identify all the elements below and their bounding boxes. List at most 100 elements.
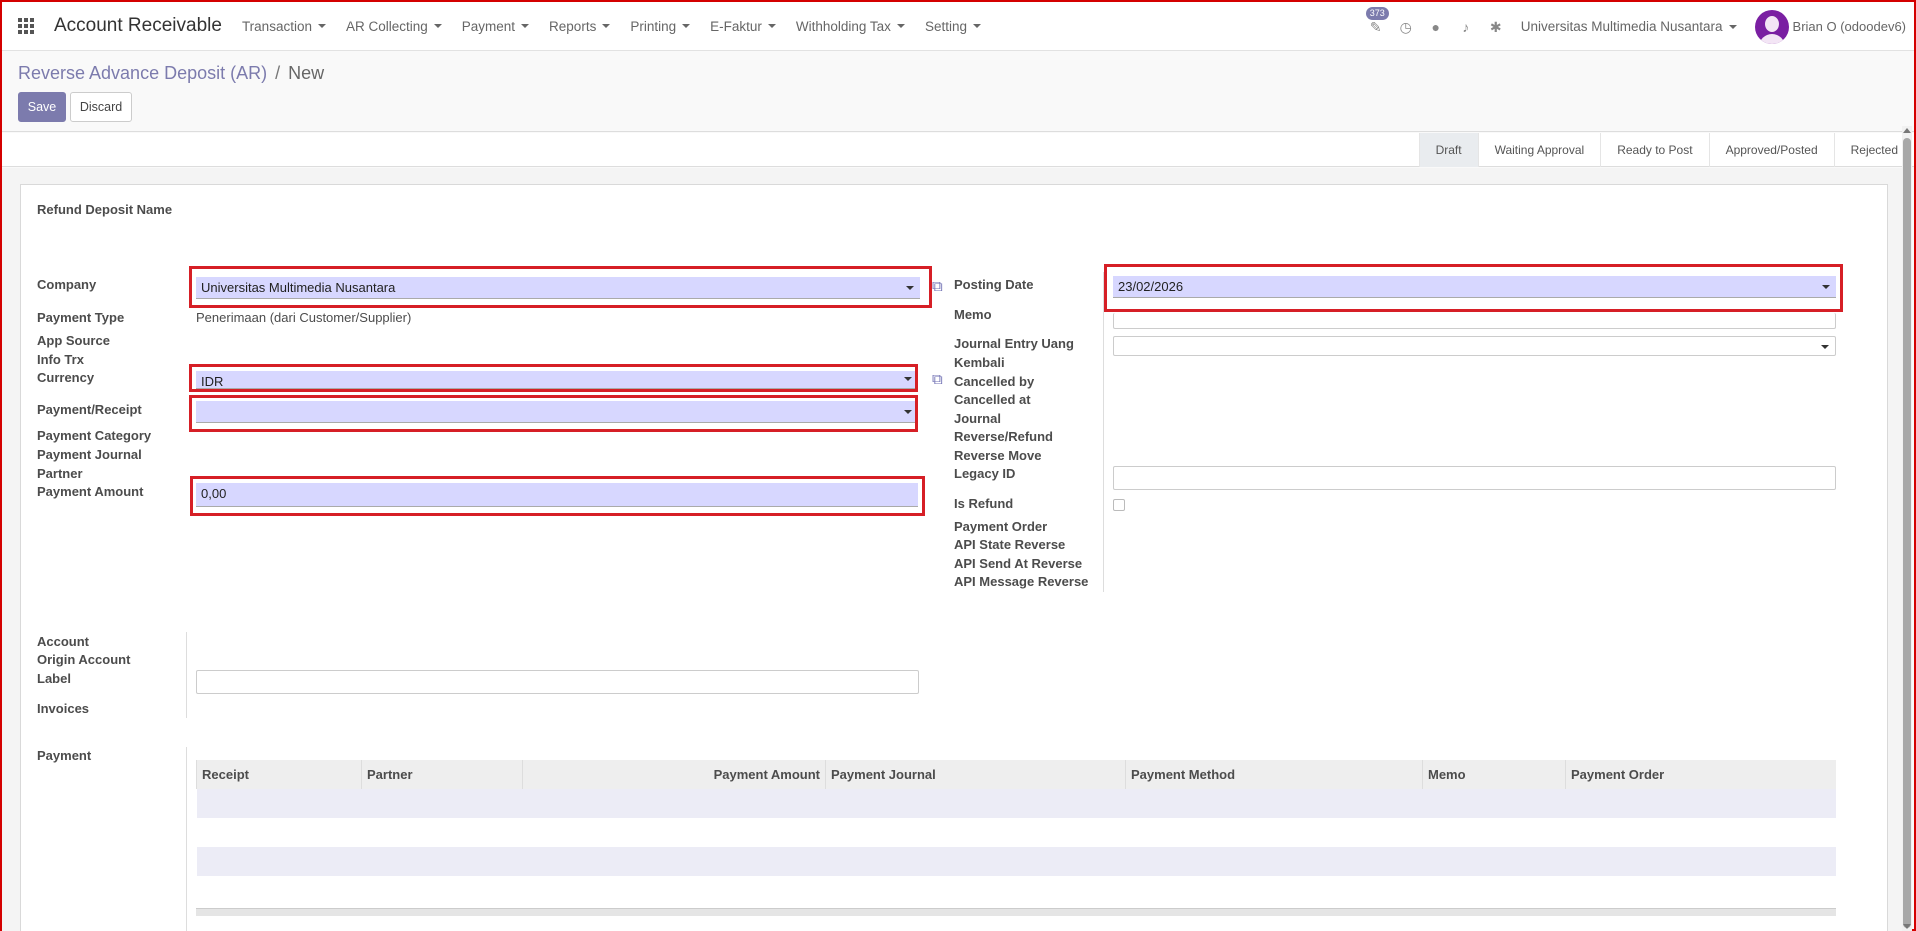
external-link-icon[interactable]: ⧉ (932, 279, 948, 295)
stage-approved-posted[interactable]: Approved/Posted (1708, 133, 1834, 167)
breadcrumb-current: New (288, 63, 325, 83)
journal-entry-label-1: Journal Entry Uang (954, 336, 1074, 351)
avatar[interactable] (1754, 9, 1789, 44)
highlight-currency (189, 364, 918, 392)
table-row (196, 789, 1836, 818)
label-input[interactable] (196, 670, 919, 694)
api-message-reverse-label: API Message Reverse (954, 574, 1089, 589)
clock-icon[interactable]: ◷ (1398, 19, 1414, 35)
caret-down-icon (767, 24, 776, 28)
caret-down-icon (521, 24, 530, 28)
is-refund-checkbox[interactable] (1113, 499, 1125, 511)
dropdown-arrow-icon (1821, 345, 1829, 349)
payment-category-label: Payment Category (37, 428, 152, 443)
breadcrumb-separator: / (275, 63, 281, 83)
legacy-id-label: Legacy ID (954, 466, 1016, 481)
breadcrumb: Reverse Advance Deposit (AR) / New (18, 63, 324, 84)
api-send-at-reverse-label: API Send At Reverse (954, 556, 1083, 571)
stage-waiting-approval[interactable]: Waiting Approval (1477, 133, 1601, 167)
col-memo[interactable]: Memo (1422, 760, 1566, 789)
posting-date-label: Posting Date (954, 277, 1034, 292)
statusbar: Draft Waiting Approval Ready to Post App… (2, 133, 1914, 167)
col-payment-order[interactable]: Payment Order (1565, 760, 1836, 789)
menu-setting[interactable]: Setting (925, 19, 981, 34)
partner-label: Partner (37, 466, 83, 481)
account-group-divider (186, 632, 187, 718)
memo-input[interactable] (1113, 313, 1836, 329)
top-navbar: Account Receivable Transaction AR Collec… (2, 2, 1914, 51)
scroll-down-icon[interactable] (1903, 924, 1911, 929)
menu-payment[interactable]: Payment (462, 19, 530, 34)
payment-receipt-label: Payment/Receipt (37, 402, 142, 417)
bug-icon[interactable]: ✱ (1488, 19, 1504, 35)
journal-entry-uang-kembali-select[interactable] (1113, 336, 1836, 356)
is-refund-label: Is Refund (954, 496, 1014, 511)
menu-printing[interactable]: Printing (630, 19, 691, 34)
app-source-label: App Source (37, 333, 110, 348)
right-group-divider (1103, 272, 1104, 592)
payment-section-label: Payment (37, 748, 92, 763)
table-row (196, 847, 1836, 876)
menu-reports[interactable]: Reports (549, 19, 611, 34)
scrollbar[interactable] (1902, 126, 1912, 931)
activity-edit-icon[interactable]: ✎ 373 (1365, 6, 1389, 35)
stage-ready-to-post[interactable]: Ready to Post (1600, 133, 1708, 167)
journal-reverse-refund-label-1: Journal (954, 411, 1001, 426)
user-menu[interactable]: Brian O (odoodev6) (1793, 19, 1906, 34)
chat-icon[interactable]: ● (1428, 19, 1444, 35)
caret-down-icon (896, 24, 905, 28)
breadcrumb-parent[interactable]: Reverse Advance Deposit (AR) (18, 63, 267, 84)
col-payment-amount[interactable]: Payment Amount (522, 760, 826, 789)
control-panel: Reverse Advance Deposit (AR) / New Save … (2, 52, 1914, 132)
app-title[interactable]: Account Receivable (54, 15, 222, 37)
menu-transaction[interactable]: Transaction (242, 19, 326, 34)
caret-down-icon (433, 24, 442, 28)
col-receipt[interactable]: Receipt (196, 760, 362, 789)
cancelled-by-label: Cancelled by (954, 374, 1035, 389)
reverse-move-label: Reverse Move (954, 448, 1042, 463)
payment-table: Receipt Partner Payment Amount Payment J… (196, 760, 1836, 905)
stage-pipeline: Draft Waiting Approval Ready to Post App… (1418, 133, 1914, 167)
memo-label: Memo (954, 307, 992, 322)
payment-type-value: Penerimaan (dari Customer/Supplier) (196, 310, 412, 325)
info-trx-label: Info Trx (37, 352, 84, 367)
bell-icon[interactable]: ♪ (1458, 19, 1474, 35)
company-label: Company (37, 277, 97, 292)
col-payment-journal[interactable]: Payment Journal (825, 760, 1126, 789)
company-switcher[interactable]: Universitas Multimedia Nusantara (1521, 19, 1737, 34)
currency-label: Currency (37, 370, 95, 385)
menu-e-faktur[interactable]: E-Faktur (710, 19, 776, 34)
cancelled-at-label: Cancelled at (954, 392, 1031, 407)
apps-grid-icon[interactable] (18, 17, 36, 35)
caret-down-icon (602, 24, 611, 28)
highlight-payment-amount (190, 476, 925, 516)
main-menu: Transaction AR Collecting Payment Report… (232, 19, 991, 34)
table-row (196, 818, 1836, 847)
caret-down-icon (972, 24, 981, 28)
table-row (196, 876, 1836, 905)
menu-ar-collecting[interactable]: AR Collecting (346, 19, 442, 34)
col-partner[interactable]: Partner (361, 760, 523, 789)
scroll-thumb[interactable] (1903, 138, 1911, 928)
account-label: Account (37, 634, 89, 649)
payment-order-label: Payment Order (954, 519, 1048, 534)
legacy-id-input[interactable] (1113, 466, 1836, 490)
save-button[interactable]: Save (18, 92, 66, 122)
caret-down-icon (682, 24, 691, 28)
scroll-up-icon[interactable] (1903, 128, 1911, 133)
stage-draft[interactable]: Draft (1418, 133, 1478, 167)
highlight-posting-date (1104, 264, 1843, 312)
menu-withholding-tax[interactable]: Withholding Tax (796, 19, 905, 34)
api-state-reverse-label: API State Reverse (954, 537, 1066, 552)
table-footer (196, 908, 1836, 916)
payment-group-divider (186, 747, 187, 931)
refund-deposit-name-label: Refund Deposit Name (37, 202, 173, 217)
payment-amount-label: Payment Amount (37, 484, 144, 499)
col-payment-method[interactable]: Payment Method (1125, 760, 1423, 789)
external-link-icon[interactable]: ⧉ (932, 372, 948, 388)
origin-account-label: Origin Account (37, 652, 131, 667)
invoices-label: Invoices (37, 701, 90, 716)
discard-button[interactable]: Discard (70, 92, 132, 122)
payment-type-label: Payment Type (37, 310, 125, 325)
journal-reverse-refund-label-2: Reverse/Refund (954, 429, 1053, 444)
